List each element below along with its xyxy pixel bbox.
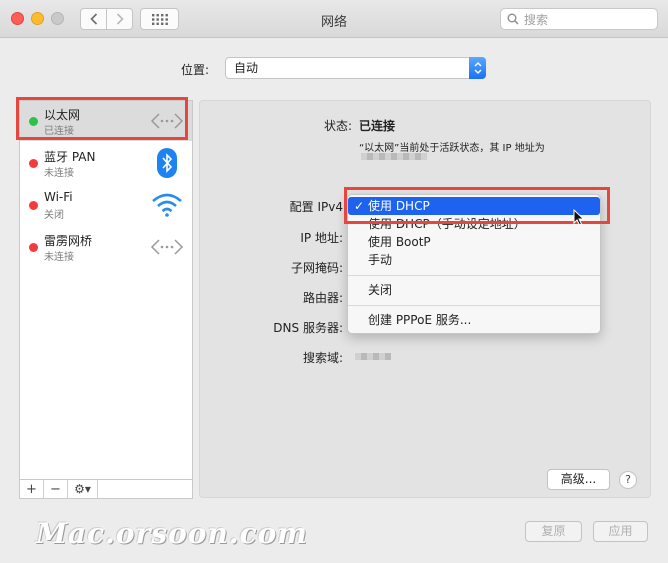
- menu-item-label: 关闭: [368, 283, 393, 297]
- service-list: 以太网 已连接 蓝牙 PAN 未连接 Wi-Fi 关闭 雷雳网桥 未连接: [19, 100, 193, 480]
- menu-item-bootp[interactable]: 使用 BootP: [348, 233, 600, 251]
- menu-item-label: 使用 DHCP: [368, 199, 430, 213]
- location-value: 自动: [234, 61, 259, 75]
- dns-server-label: DNS 服务器:: [273, 321, 343, 335]
- menu-item-label: 创建 PPPoE 服务...: [368, 313, 472, 327]
- service-name: 雷雳网桥: [44, 234, 93, 248]
- menu-item-label: 使用 DHCP（手动设定地址）: [368, 217, 526, 231]
- service-item-bluetooth-pan[interactable]: 蓝牙 PAN 未连接: [20, 143, 192, 183]
- menu-item-off[interactable]: 关闭: [348, 281, 600, 299]
- menu-item-dhcp-manual-address[interactable]: 使用 DHCP（手动设定地址）: [348, 215, 600, 233]
- service-status: 未连接: [44, 252, 74, 263]
- location-label: 位置:: [181, 63, 210, 77]
- service-status: 未连接: [44, 168, 74, 179]
- title-bar: 网络 搜索: [0, 0, 668, 38]
- redacted-ip: [361, 153, 427, 160]
- search-placeholder: 搜索: [524, 12, 549, 27]
- search-domain-label: 搜索域:: [302, 351, 343, 365]
- network-preferences-window: 网络 搜索 位置: 自动 以太网 已连接 蓝牙 PAN 未连接 Wi-Fi 关闭…: [0, 0, 668, 563]
- service-item-wifi[interactable]: Wi-Fi 关闭: [20, 185, 192, 225]
- search-field[interactable]: 搜索: [500, 8, 658, 30]
- gear-menu-button[interactable]: ⚙︎▾: [68, 480, 98, 498]
- menu-item-manual[interactable]: 手动: [348, 251, 600, 269]
- updown-chevron-icon: [474, 62, 481, 74]
- help-button[interactable]: ?: [619, 471, 637, 489]
- redacted-search-domain: [355, 353, 391, 360]
- status-label: 状态:: [323, 119, 352, 133]
- wifi-icon: [150, 189, 184, 221]
- menu-item-label: 手动: [368, 253, 393, 267]
- menu-separator: [348, 305, 600, 306]
- status-dot: [29, 117, 38, 126]
- gear-icon: ⚙︎▾: [74, 482, 91, 496]
- service-status: 已连接: [44, 126, 74, 137]
- mouse-cursor-icon: [573, 209, 585, 226]
- subnet-mask-label: 子网掩码:: [290, 261, 343, 275]
- checkmark-icon: ✓: [354, 199, 365, 213]
- ethernet-arrows-icon: [150, 105, 184, 137]
- search-icon: [507, 13, 519, 25]
- service-status: 关闭: [44, 210, 64, 221]
- status-dot: [29, 243, 38, 252]
- status-dot: [29, 159, 38, 168]
- watermark: Mac.orsoon.com: [36, 517, 308, 550]
- service-item-thunderbolt-bridge[interactable]: 雷雳网桥 未连接: [20, 227, 192, 267]
- add-service-button[interactable]: +: [20, 480, 44, 498]
- service-name: Wi-Fi: [44, 190, 73, 204]
- revert-button[interactable]: 复原: [525, 521, 582, 542]
- service-name: 以太网: [44, 108, 81, 122]
- location-select[interactable]: 自动: [225, 57, 486, 79]
- status-description: “以太网”当前处于活跃状态，其 IP 地址为: [359, 143, 545, 154]
- remove-service-button[interactable]: −: [44, 480, 68, 498]
- menu-separator: [348, 275, 600, 276]
- configure-ipv4-label: 配置 IPv4: [289, 200, 343, 214]
- service-name: 蓝牙 PAN: [44, 150, 96, 164]
- bluetooth-icon: [150, 147, 184, 179]
- thunderbolt-bridge-arrows-icon: [150, 231, 184, 263]
- router-label: 路由器:: [302, 291, 343, 305]
- status-value: 已连接: [359, 119, 396, 133]
- menu-item-dhcp[interactable]: ✓ 使用 DHCP: [348, 197, 600, 215]
- menu-item-create-pppoe[interactable]: 创建 PPPoE 服务...: [348, 311, 600, 329]
- configure-ipv4-menu[interactable]: ✓ 使用 DHCP 使用 DHCP（手动设定地址） 使用 BootP 手动 关闭…: [347, 194, 601, 334]
- advanced-button[interactable]: 高级...: [547, 469, 610, 490]
- apply-button[interactable]: 应用: [593, 521, 648, 542]
- ip-address-label: IP 地址:: [300, 231, 343, 245]
- location-stepper[interactable]: [469, 57, 486, 79]
- service-list-toolbar: + − ⚙︎▾: [19, 480, 193, 499]
- status-dot: [29, 201, 38, 210]
- service-item-ethernet[interactable]: 以太网 已连接: [20, 101, 192, 141]
- menu-item-label: 使用 BootP: [368, 235, 431, 249]
